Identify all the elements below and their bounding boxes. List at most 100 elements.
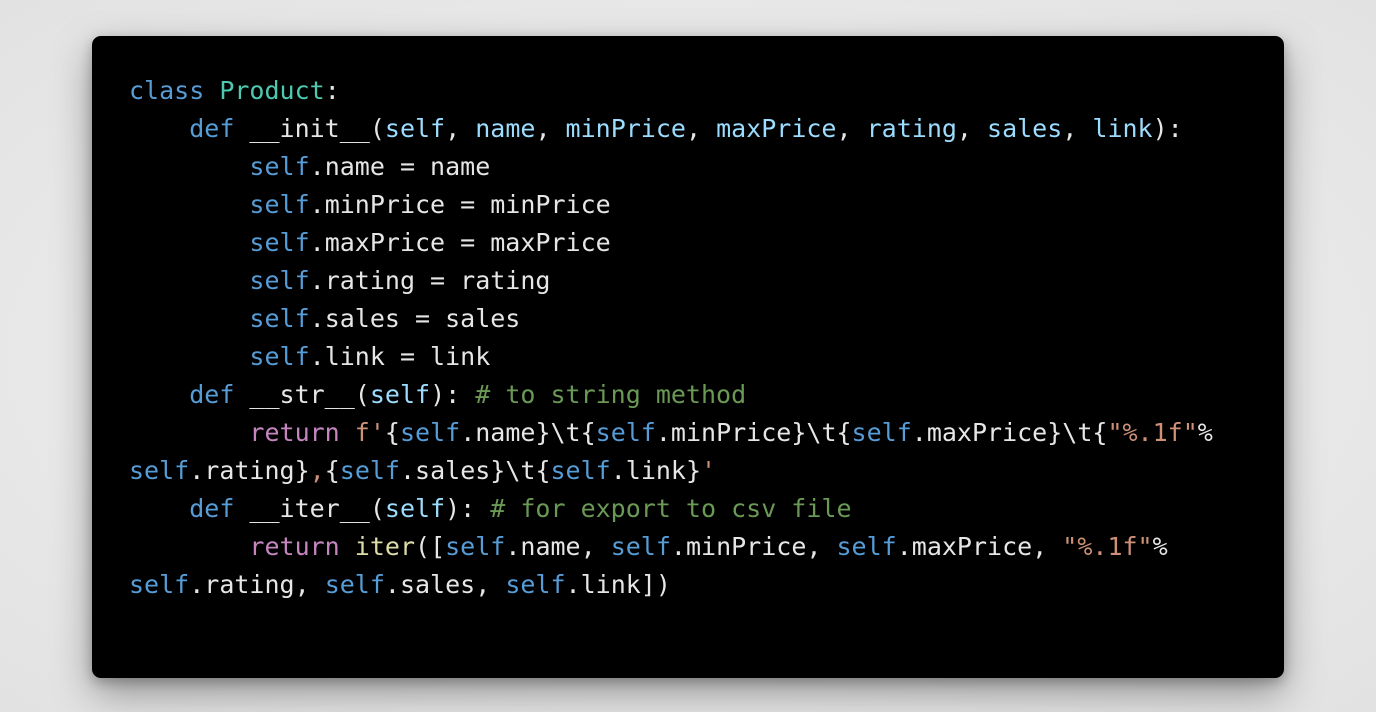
code-block[interactable]: class Product: def __init__(self, name, … [129, 72, 1284, 604]
code-token-comment: # to string method [475, 380, 747, 409]
code-token-plain: .name, [505, 532, 611, 561]
code-token-plain: % [1152, 532, 1168, 561]
code-line: self.name = name [129, 148, 1284, 186]
code-token-keyword: self [249, 266, 310, 295]
code-token-param: sales [987, 114, 1063, 143]
code-token-plain: .link]) [565, 570, 671, 599]
code-token-plain: , [1062, 114, 1093, 143]
code-token-plain: .link = link [309, 342, 491, 371]
code-token-plain: .name}\t{ [460, 418, 596, 447]
code-line: def __iter__(self): # for export to csv … [129, 490, 1284, 528]
code-token-plain: : [324, 76, 340, 105]
code-token-plain: ([ [415, 532, 446, 561]
code-token-param: maxPrice [716, 114, 837, 143]
code-token-keyword: self [836, 532, 897, 561]
code-token-keyword: self [550, 456, 611, 485]
code-token-plain: .rating = rating [309, 266, 551, 295]
code-token-plain: , [836, 114, 867, 143]
code-token-control: return [249, 418, 340, 447]
code-token-control: return [249, 532, 340, 561]
code-line: self.maxPrice = maxPrice [129, 224, 1284, 262]
code-line: return iter([self.name, self.minPrice, s… [129, 528, 1284, 566]
code-line: self.link = link [129, 338, 1284, 376]
code-token-keyword: self [851, 418, 912, 447]
code-token-function: iter [354, 532, 416, 561]
code-token-plain: , [535, 114, 566, 143]
code-token-string: f' [354, 418, 385, 447]
code-line: return f'{self.name}\t{self.minPrice}\t{… [129, 414, 1284, 452]
code-token-string: , [309, 456, 325, 485]
code-token-keyword: self [249, 190, 310, 219]
code-token-string: ' [701, 456, 717, 485]
code-token-plain: .rating, [189, 570, 325, 599]
code-token-plain: .minPrice, [670, 532, 837, 561]
code-token-keyword: self [399, 418, 461, 447]
code-token-plain: __str__( [234, 380, 370, 409]
code-line: self.minPrice = minPrice [129, 186, 1284, 224]
code-token-plain: ): [1152, 114, 1183, 143]
code-token-plain: __init__( [234, 114, 385, 143]
code-line: def __init__(self, name, minPrice, maxPr… [129, 110, 1284, 148]
code-line: class Product: [129, 72, 1284, 110]
code-token-param: rating [866, 114, 957, 143]
code-token-comment: # for export to csv file [490, 494, 852, 523]
code-token-plain: % [1197, 418, 1213, 447]
code-token-plain: .rating} [189, 456, 310, 485]
code-token-param: self [384, 114, 446, 143]
code-token-param: self [384, 494, 446, 523]
code-token-param: link [1092, 114, 1153, 143]
code-token-plain: ): [430, 380, 476, 409]
code-token-string: "%.1f" [1062, 532, 1153, 561]
code-token-keyword: self [445, 532, 506, 561]
code-token-keyword: self [595, 418, 656, 447]
code-token-keyword: self [249, 228, 310, 257]
code-line: self.rating},{self.sales}\t{self.link}' [129, 452, 1284, 490]
code-token-keyword: self [339, 456, 400, 485]
code-token-keyword: self [129, 570, 190, 599]
code-token-plain: ): [445, 494, 491, 523]
code-token-keyword: self [610, 532, 671, 561]
code-token-param: minPrice [565, 114, 686, 143]
code-token-plain: .maxPrice = maxPrice [309, 228, 611, 257]
code-token-class_name: Product [219, 76, 325, 105]
code-token-plain: __iter__( [234, 494, 385, 523]
code-token-keyword: self [249, 304, 310, 333]
code-token-plain: .sales}\t{ [399, 456, 551, 485]
code-token-plain: .maxPrice, [896, 532, 1063, 561]
code-token-plain: .sales = sales [309, 304, 521, 333]
code-token-plain: .sales, [384, 570, 506, 599]
code-token-plain: .maxPrice}\t{ [911, 418, 1108, 447]
code-token-keyword: def [189, 494, 235, 523]
code-token-keyword: self [249, 152, 310, 181]
code-token-plain: .minPrice = minPrice [309, 190, 611, 219]
code-token-plain: , [685, 114, 717, 143]
code-token-keyword: def [189, 114, 235, 143]
code-token-param: self [369, 380, 431, 409]
code-token-keyword: self [324, 570, 385, 599]
code-token-keyword: self [505, 570, 566, 599]
code-line: self.rating, self.sales, self.link]) [129, 566, 1284, 604]
code-token-param: name [475, 114, 536, 143]
code-token-keyword: class [129, 76, 205, 105]
code-token-plain: { [384, 418, 400, 447]
code-token-keyword: self [129, 456, 190, 485]
code-token-plain: .link} [610, 456, 702, 485]
code-token-plain: .minPrice}\t{ [655, 418, 852, 447]
code-token-plain: { [324, 456, 340, 485]
code-token-plain: , [445, 114, 476, 143]
code-token-plain: .name = name [309, 152, 491, 181]
